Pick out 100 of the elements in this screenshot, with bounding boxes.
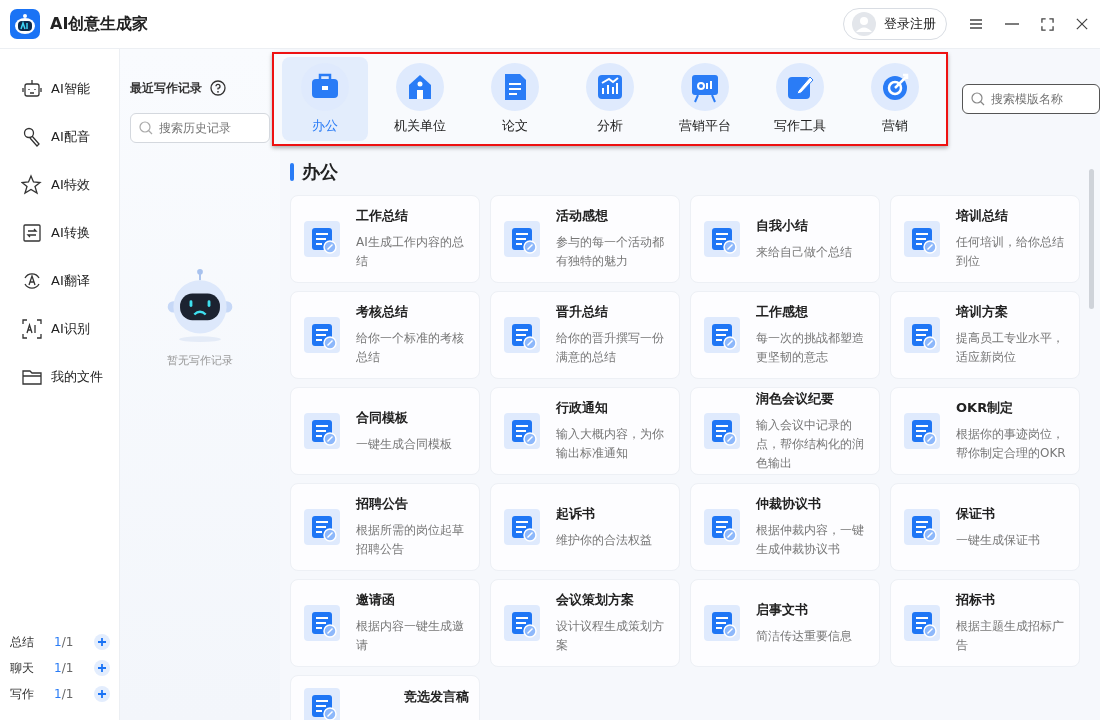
card-title: 竞选发言稿 (404, 688, 469, 706)
template-card[interactable]: 工作感想 每一次的挑战都塑造更坚韧的意志 (690, 291, 880, 379)
document-pen-icon (704, 221, 740, 257)
quota-label: 写作 (10, 685, 35, 703)
card-description: 根据所需的岗位起草招聘公告 (356, 522, 465, 558)
card-description: 输入大概内容，为你输出标准通知 (556, 426, 665, 462)
card-title: 招聘公告 (356, 495, 409, 513)
add-icon[interactable] (94, 634, 110, 650)
card-description: 提高员工专业水平，适应新岗位 (956, 330, 1065, 366)
quota-count: 1/1 (54, 687, 75, 701)
card-description: 来给自己做个总结 (756, 243, 852, 261)
card-title: 起诉书 (556, 504, 596, 523)
card-description: 根据主题生成招标广告 (956, 618, 1065, 654)
document-pen-icon (304, 605, 340, 641)
sidebar-item[interactable]: AI特效 (0, 173, 119, 197)
template-card[interactable]: 会议策划方案 设计议程生成策划方案 (490, 579, 680, 667)
maximize-icon[interactable] (1041, 17, 1054, 31)
template-card[interactable]: 邀请函 根据内容一键生成邀请 (290, 579, 480, 667)
card-title: 行政通知 (556, 399, 609, 417)
category-tab[interactable]: 办公 (282, 57, 368, 141)
sidebar-item[interactable]: 我的文件 (0, 365, 119, 389)
pencil-note-icon (776, 63, 824, 111)
app-title: AI创意生成家 (50, 13, 149, 35)
template-card[interactable]: 仲裁协议书 根据仲裁内容，一键生成仲裁协议书 (690, 483, 880, 571)
template-card[interactable]: 招标书 根据主题生成招标广告 (890, 579, 1080, 667)
document-pen-icon (904, 221, 940, 257)
sidebar-item[interactable]: AI转换 (0, 221, 119, 245)
card-title: 工作总结 (356, 207, 409, 225)
document-pen-icon (304, 509, 340, 545)
document-pen-icon (704, 413, 740, 449)
category-tab[interactable]: 论文 (472, 57, 558, 141)
quota-label: 聊天 (10, 659, 35, 677)
template-card[interactable]: 合同模板 一键生成合同模板 (290, 387, 480, 475)
document-pen-icon (504, 413, 540, 449)
template-card[interactable]: 行政通知 输入大概内容，为你输出标准通知 (490, 387, 680, 475)
add-icon[interactable] (94, 660, 110, 676)
sidebar-item[interactable]: AI配音 (0, 125, 119, 149)
card-description: 简洁传达重要信息 (756, 627, 852, 645)
presentation-board-icon (681, 63, 729, 111)
card-description: 一键生成合同模板 (356, 435, 452, 453)
history-search-field[interactable]: 搜索历史记录 (130, 113, 270, 143)
quota-count: 1/1 (54, 635, 75, 649)
template-card[interactable]: 考核总结 给你一个标准的考核总结 (290, 291, 480, 379)
template-card[interactable]: 自我小结 来给自己做个总结 (690, 195, 880, 283)
category-tab[interactable]: 机关单位 (377, 57, 463, 141)
sidebar-item[interactable]: AI翻译 (0, 269, 119, 293)
sidebar-item[interactable]: AI识别 (0, 317, 119, 341)
template-card[interactable]: 晋升总结 给你的晋升撰写一份满意的总结 (490, 291, 680, 379)
star-icon (21, 174, 43, 196)
card-title: 启事文书 (756, 600, 809, 619)
sidebar-item[interactable]: AI智能 (0, 77, 119, 101)
card-description: 给你的晋升撰写一份满意的总结 (556, 330, 665, 366)
category-tab[interactable]: 营销 (852, 57, 938, 141)
card-description: 给你一个标准的考核总结 (356, 330, 465, 366)
help-icon[interactable] (210, 80, 226, 96)
card-description: 任何培训，给你总结到位 (956, 234, 1065, 270)
quota-label: 总结 (10, 633, 35, 651)
scrollbar[interactable] (1089, 169, 1094, 309)
document-pen-icon (504, 605, 540, 641)
document-pen-icon (504, 317, 540, 353)
document-pen-icon (704, 509, 740, 545)
avatar-icon (852, 12, 876, 36)
template-search-field[interactable]: 搜索模版名称 (962, 84, 1100, 114)
document-pen-icon (304, 221, 340, 257)
card-title: 培训总结 (956, 207, 1009, 225)
template-card[interactable]: 培训方案 提高员工专业水平，适应新岗位 (890, 291, 1080, 379)
template-card[interactable]: OKR制定 根据你的事迹岗位，帮你制定合理的OKR (890, 387, 1080, 475)
robot-logo-icon (10, 9, 40, 39)
card-title: 培训方案 (956, 303, 1009, 321)
document-pen-icon (504, 509, 540, 545)
category-tab[interactable]: 营销平台 (662, 57, 748, 141)
target-icon (871, 63, 919, 111)
template-card[interactable]: 竞选发言稿 (290, 675, 480, 720)
template-card[interactable]: 润色会议纪要 输入会议中记录的点，帮你结构化的润色输出 (690, 387, 880, 475)
category-tab[interactable]: 写作工具 (757, 57, 843, 141)
building-icon (396, 63, 444, 111)
document-pen-icon (704, 605, 740, 641)
document-pen-icon (704, 317, 740, 353)
template-card[interactable]: 启事文书 简洁传达重要信息 (690, 579, 880, 667)
card-title: 保证书 (956, 504, 996, 523)
document-pen-icon (904, 317, 940, 353)
card-description: 根据内容一键生成邀请 (356, 618, 465, 654)
document-pen-icon (904, 605, 940, 641)
close-icon[interactable] (1076, 18, 1088, 30)
category-tab[interactable]: 分析 (567, 57, 653, 141)
menu-icon[interactable] (969, 17, 983, 31)
card-title: 考核总结 (356, 303, 409, 321)
login-button[interactable]: 登录注册 (843, 8, 947, 40)
card-description: AI生成工作内容的总结 (356, 234, 465, 270)
template-card[interactable]: 工作总结 AI生成工作内容的总结 (290, 195, 480, 283)
template-card[interactable]: 保证书 一键生成保证书 (890, 483, 1080, 571)
card-description: 参与的每一个活动都有独特的魅力 (556, 234, 665, 270)
card-title: 招标书 (956, 591, 996, 609)
template-card[interactable]: 起诉书 维护你的合法权益 (490, 483, 680, 571)
empty-history-text: 暂无写作记录 (167, 353, 233, 368)
template-card[interactable]: 培训总结 任何培训，给你总结到位 (890, 195, 1080, 283)
template-card[interactable]: 招聘公告 根据所需的岗位起草招聘公告 (290, 483, 480, 571)
add-icon[interactable] (94, 686, 110, 702)
template-card[interactable]: 活动感想 参与的每一个活动都有独特的魅力 (490, 195, 680, 283)
document-pen-icon (504, 221, 540, 257)
